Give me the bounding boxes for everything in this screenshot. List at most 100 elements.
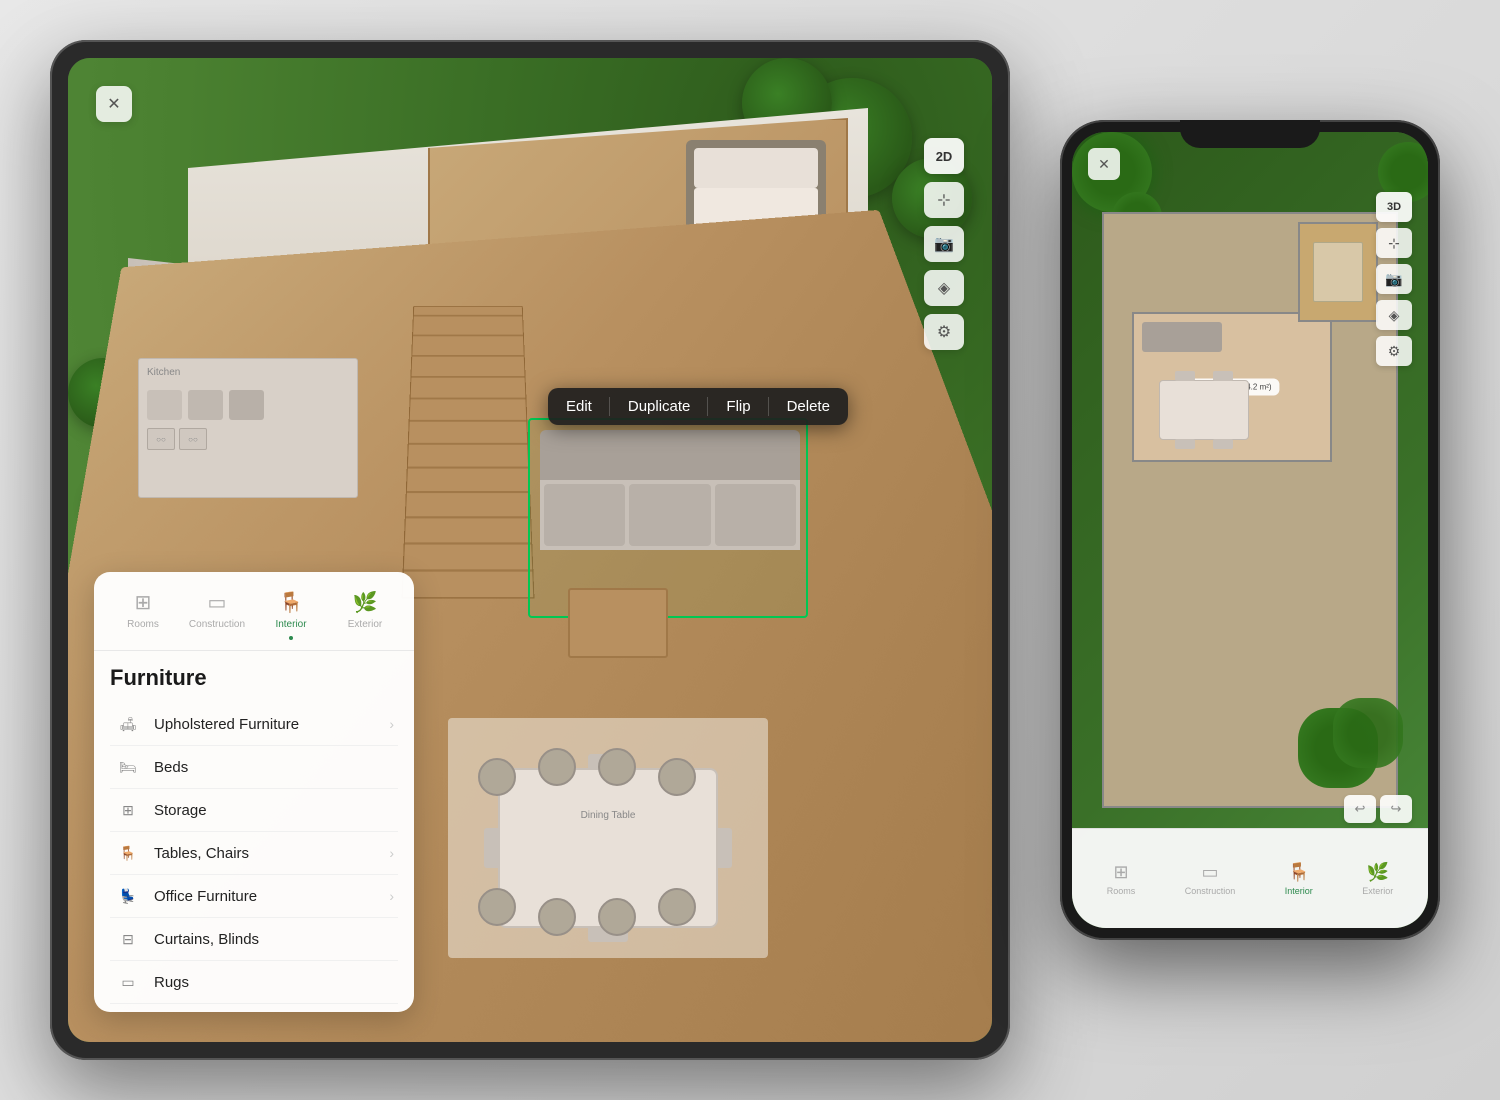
upholstered-icon: 🛋 — [114, 714, 142, 734]
dining-chair-7 — [598, 898, 636, 936]
dining-chair-2 — [538, 748, 576, 786]
tab-exterior[interactable]: 🌿 Exterior — [328, 584, 402, 650]
phone-close-button[interactable]: ✕ — [1088, 148, 1120, 180]
phone-layers-button[interactable]: ◈ — [1376, 300, 1412, 330]
fp-room-2 — [1298, 222, 1378, 322]
tab-interior[interactable]: 🪑 Interior — [254, 584, 328, 650]
menu-item-tables-chairs[interactable]: 🪑 Tables, Chairs › — [110, 832, 398, 875]
layers-icon: ◈ — [938, 278, 950, 298]
phone-view-mode-button[interactable]: 3D — [1376, 192, 1412, 222]
construction-tab-label: Construction — [189, 619, 245, 630]
context-edit[interactable]: Edit — [548, 388, 610, 425]
fp-bed-top — [1313, 242, 1363, 302]
sofa-cushion-2 — [629, 484, 710, 546]
context-duplicate[interactable]: Duplicate — [610, 388, 709, 425]
phone-redo-button[interactable]: ↪ — [1380, 795, 1412, 823]
menu-item-office[interactable]: 💺 Office Furniture › — [110, 875, 398, 918]
phone-settings-icon: ⚙ — [1388, 343, 1401, 360]
exterior-tab-icon: 🌿 — [353, 590, 378, 615]
context-menu: Edit Duplicate Flip Delete — [548, 388, 848, 425]
rugs-icon: ▭ — [114, 972, 142, 992]
context-flip[interactable]: Flip — [708, 388, 768, 425]
sofa-cushion-3 — [715, 484, 796, 546]
dining-chair-8 — [658, 888, 696, 926]
tablet-close-button[interactable]: ✕ — [96, 86, 132, 122]
fp-chair-t1 — [1175, 371, 1195, 381]
rooms-tab-icon: ⊞ — [135, 590, 152, 615]
dining-chair-6 — [538, 898, 576, 936]
tablet-camera-button[interactable]: 📷 — [924, 226, 964, 262]
rooms-tab-label: Rooms — [127, 619, 159, 630]
phone-tab-exterior[interactable]: 🌿 Exterior — [1352, 856, 1403, 902]
phone-construction-tab-label: Construction — [1185, 886, 1236, 896]
expand-icon: ⊹ — [937, 190, 950, 210]
tablet-expand-button[interactable]: ⊹ — [924, 182, 964, 218]
sidebar-title: Furniture — [110, 665, 398, 691]
tables-chairs-chevron: › — [389, 845, 394, 861]
fp-sofa — [1142, 322, 1222, 352]
phone-camera-icon: 📷 — [1385, 271, 1402, 288]
context-delete[interactable]: Delete — [769, 388, 848, 425]
phone-construction-tab-icon: ▭ — [1201, 862, 1218, 883]
dining-area: Dining Table — [418, 708, 798, 988]
phone-toolbar: 3D ⊹ 📷 ◈ ⚙ — [1376, 192, 1412, 366]
rugs-label: Rugs — [154, 974, 394, 991]
phone-screen: Living Room (54.2 m²) — [1072, 132, 1428, 928]
interior-tab-indicator — [289, 636, 293, 640]
tablet-settings-button[interactable]: ⚙ — [924, 314, 964, 350]
phone-bottom-bar: ⊞ Rooms ▭ Construction 🪑 Interior 🌿 Exte… — [1072, 828, 1428, 928]
settings-icon: ⚙ — [937, 322, 951, 342]
phone-undo-button[interactable]: ↩ — [1344, 795, 1376, 823]
dining-chair-3 — [598, 748, 636, 786]
phone-expand-button[interactable]: ⊹ — [1376, 228, 1412, 258]
phone-tab-interior[interactable]: 🪑 Interior — [1275, 856, 1323, 902]
beds-label: Beds — [154, 759, 394, 776]
coffee-table — [568, 588, 668, 658]
phone-notch — [1180, 120, 1320, 148]
close-icon: ✕ — [107, 94, 120, 114]
fp-chair-b1 — [1175, 439, 1195, 449]
phone-camera-button[interactable]: 📷 — [1376, 264, 1412, 294]
fp-shrub-br — [1333, 698, 1403, 768]
tablet-screen: Kitchen ○○ ○○ — [68, 58, 992, 1042]
phone-layers-icon: ◈ — [1389, 307, 1400, 324]
menu-item-kitchen[interactable]: 🍳 Kitchen — [110, 1004, 398, 1012]
phone-expand-icon: ⊹ — [1388, 235, 1400, 252]
curtains-label: Curtains, Blinds — [154, 931, 394, 948]
tablet-layers-button[interactable]: ◈ — [924, 270, 964, 306]
kitchen-area: Kitchen ○○ ○○ — [138, 358, 358, 498]
interior-tab-label: Interior — [275, 619, 306, 630]
sofa-furniture — [540, 430, 800, 590]
sofa-back — [540, 430, 800, 480]
sidebar-panel: ⊞ Rooms ▭ Construction 🪑 Interior 🌿 — [94, 572, 414, 1012]
menu-item-storage[interactable]: ⊞ Storage — [110, 789, 398, 832]
phone-floorplan: Living Room (54.2 m²) — [1102, 212, 1398, 808]
office-icon: 💺 — [114, 886, 142, 906]
tables-chairs-label: Tables, Chairs — [154, 845, 389, 862]
phone-device: Living Room (54.2 m²) — [1060, 120, 1440, 940]
staircase — [402, 306, 535, 599]
menu-item-upholstered[interactable]: 🛋 Upholstered Furniture › — [110, 703, 398, 746]
menu-item-beds[interactable]: 🛏 Beds — [110, 746, 398, 789]
storage-label: Storage — [154, 802, 394, 819]
curtains-icon: ⊟ — [114, 929, 142, 949]
tab-rooms[interactable]: ⊞ Rooms — [106, 584, 180, 650]
phone-tab-rooms[interactable]: ⊞ Rooms — [1097, 856, 1146, 902]
dining-chair-5 — [478, 888, 516, 926]
sofa-cushion-1 — [544, 484, 625, 546]
tab-construction[interactable]: ▭ Construction — [180, 584, 254, 650]
upholstered-label: Upholstered Furniture — [154, 716, 389, 733]
tablet-view-mode-button[interactable]: 2D — [924, 138, 964, 174]
tablet-toolbar: 2D ⊹ 📷 ◈ ⚙ — [924, 138, 964, 350]
phone-settings-button[interactable]: ⚙ — [1376, 336, 1412, 366]
phone-tab-construction[interactable]: ▭ Construction — [1175, 856, 1246, 902]
fp-dining-table — [1159, 380, 1249, 440]
office-chevron: › — [389, 888, 394, 904]
menu-item-rugs[interactable]: ▭ Rugs — [110, 961, 398, 1004]
menu-item-curtains[interactable]: ⊟ Curtains, Blinds — [110, 918, 398, 961]
tablet-device: Kitchen ○○ ○○ — [50, 40, 1010, 1060]
dining-chair-4 — [658, 758, 696, 796]
construction-tab-icon: ▭ — [208, 590, 227, 615]
sofa-seat — [540, 480, 800, 550]
fp-chair-t2 — [1213, 371, 1233, 381]
